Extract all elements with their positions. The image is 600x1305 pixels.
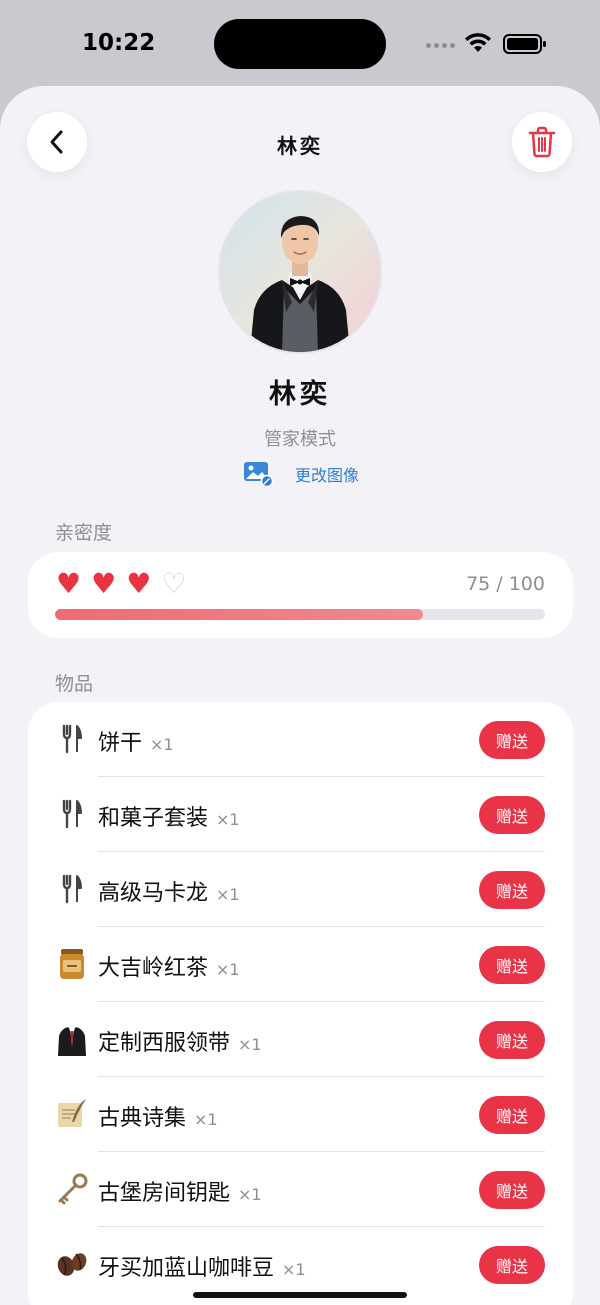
avatar[interactable] [218, 190, 382, 354]
coffee-beans-icon [54, 1246, 90, 1282]
item-row: 饼干 ×1 赠送 [28, 702, 573, 777]
intimacy-value: 75 / 100 [466, 573, 545, 595]
change-photo-label: 更改图像 [295, 466, 360, 485]
item-name: 高级马卡龙 [98, 881, 209, 906]
item-name: 古堡房间钥匙 [98, 1181, 231, 1206]
item-name: 大吉岭红茶 [98, 956, 209, 981]
gift-button[interactable]: 赠送 [479, 796, 545, 834]
photo-edit-icon [244, 462, 273, 487]
item-quantity: ×1 [150, 735, 174, 754]
status-time: 10:22 [82, 30, 156, 56]
items-section-title: 物品 [55, 673, 94, 695]
item-text: 高级马卡龙 ×1 [98, 875, 240, 907]
gift-button[interactable]: 赠送 [479, 721, 545, 759]
trash-icon [528, 126, 556, 158]
item-text: 饼干 ×1 [98, 725, 174, 757]
item-quantity: ×1 [238, 1185, 262, 1204]
item-row: 古堡房间钥匙 ×1 赠送 [28, 1152, 573, 1227]
heart-filled-icon: ♥ [91, 567, 117, 600]
item-name: 牙买加蓝山咖啡豆 [98, 1256, 275, 1281]
heart-filled-icon: ♥ [126, 567, 152, 600]
scroll-quill-icon [54, 1096, 90, 1132]
profile-mode: 管家模式 [264, 429, 336, 450]
item-quantity: ×1 [282, 1260, 306, 1279]
item-text: 定制西服领带 ×1 [98, 1025, 262, 1057]
intimacy-progress-bar [55, 609, 545, 620]
gift-button[interactable]: 赠送 [479, 946, 545, 984]
fork-knife-icon [54, 871, 90, 907]
item-text: 古堡房间钥匙 ×1 [98, 1175, 262, 1207]
tea-tin-icon [54, 946, 90, 982]
profile-name: 林奕 [269, 379, 331, 410]
items-list: 饼干 ×1 赠送 和菓子套装 ×1 赠送 高级马卡龙 ×1 赠送 大吉岭红茶 ×1 赠送 定制西服领带 ×… [28, 702, 573, 1305]
heart-filled-icon: ♥ [56, 567, 82, 600]
fork-knife-icon [54, 796, 90, 832]
item-name: 古典诗集 [98, 1106, 187, 1131]
item-quantity: ×1 [194, 1110, 218, 1129]
dynamic-island [214, 19, 386, 69]
home-indicator [193, 1292, 407, 1298]
delete-button[interactable] [512, 112, 572, 172]
item-row: 高级马卡龙 ×1 赠送 [28, 852, 573, 927]
item-row: 古典诗集 ×1 赠送 [28, 1077, 573, 1152]
status-bar: 10:22 [0, 0, 600, 88]
item-quantity: ×1 [238, 1035, 262, 1054]
intimacy-card: ♥ ♥ ♥ ♡ 75 / 100 [28, 552, 573, 638]
heart-empty-icon: ♡ [161, 567, 187, 600]
wifi-icon [465, 33, 491, 52]
item-row: 和菓子套装 ×1 赠送 [28, 777, 573, 852]
item-text: 大吉岭红茶 ×1 [98, 950, 240, 982]
item-quantity: ×1 [216, 885, 240, 904]
gift-button[interactable]: 赠送 [479, 871, 545, 909]
hearts-rating: ♥ ♥ ♥ ♡ [56, 569, 186, 599]
item-row: 大吉岭红茶 ×1 赠送 [28, 927, 573, 1002]
change-photo-link[interactable]: 更改图像 [243, 461, 359, 487]
old-key-icon [54, 1171, 90, 1207]
gift-button[interactable]: 赠送 [479, 1096, 545, 1134]
gift-button[interactable]: 赠送 [479, 1171, 545, 1209]
item-row: 定制西服领带 ×1 赠送 [28, 1002, 573, 1077]
gift-button[interactable]: 赠送 [479, 1021, 545, 1059]
cellular-signal-icon [426, 43, 455, 48]
item-name: 饼干 [98, 731, 143, 756]
item-text: 和菓子套装 ×1 [98, 800, 240, 832]
page-title: 林奕 [277, 134, 323, 158]
item-row: 牙买加蓝山咖啡豆 ×1 赠送 [28, 1227, 573, 1302]
intimacy-progress-fill [55, 609, 423, 620]
gift-button[interactable]: 赠送 [479, 1246, 545, 1284]
item-name: 定制西服领带 [98, 1031, 231, 1056]
item-name: 和菓子套装 [98, 806, 209, 831]
item-quantity: ×1 [216, 960, 240, 979]
battery-icon [503, 34, 546, 54]
item-quantity: ×1 [216, 810, 240, 829]
suit-icon [54, 1021, 90, 1057]
butler-portrait [250, 216, 350, 352]
item-text: 牙买加蓝山咖啡豆 ×1 [98, 1250, 306, 1282]
intimacy-section-title: 亲密度 [55, 522, 113, 544]
item-text: 古典诗集 ×1 [98, 1100, 218, 1132]
fork-knife-icon [54, 721, 90, 757]
